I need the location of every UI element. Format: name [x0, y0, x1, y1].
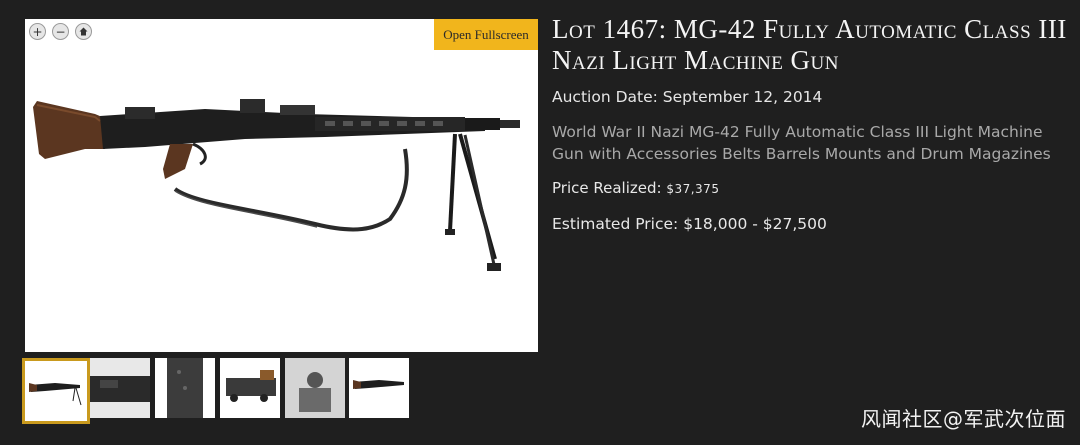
thumbnail-6[interactable]: [349, 358, 409, 418]
price-realized-label: Price Realized:: [552, 179, 662, 197]
estimated-price-label: Estimated Price:: [552, 215, 679, 233]
estimated-price-value: $18,000 - $27,500: [683, 215, 827, 233]
reset-zoom-button[interactable]: [75, 23, 92, 40]
thumbnail-2[interactable]: [90, 358, 150, 418]
auction-date-label: Auction Date:: [552, 88, 658, 106]
estimated-price: Estimated Price: $18,000 - $27,500: [552, 215, 1067, 233]
home-icon: [79, 27, 88, 36]
thumbnail-5[interactable]: [285, 358, 345, 418]
thumbnail-1[interactable]: [22, 358, 90, 424]
lot-info-panel: Lot 1467: MG-42 Fully Automatic Class II…: [552, 14, 1067, 233]
open-fullscreen-button[interactable]: Open Fullscreen: [434, 19, 538, 50]
side-view-thumbnail: [349, 358, 409, 418]
markings-closeup-thumbnail: [155, 358, 215, 418]
zoom-controls: + −: [29, 23, 92, 40]
historical-photo-thumbnail: [285, 358, 345, 418]
price-realized-value: $37,375: [666, 182, 720, 196]
machine-gun-thumbnail: [25, 361, 87, 421]
lot-title: Lot 1467: MG-42 Fully Automatic Class II…: [552, 14, 1067, 75]
machine-gun-image: [33, 99, 520, 271]
thumbnail-4[interactable]: [220, 358, 280, 418]
price-realized: Price Realized: $37,375: [552, 179, 1067, 197]
zoom-in-button[interactable]: +: [29, 23, 46, 40]
watermark: 风闻社区@军武次位面: [861, 407, 1066, 431]
lot-description: World War II Nazi MG-42 Fully Automatic …: [552, 123, 1051, 163]
receiver-closeup-thumbnail: [90, 358, 150, 418]
auction-date-value: September 12, 2014: [662, 88, 823, 106]
accessories-thumbnail: [220, 358, 280, 418]
main-image-viewer[interactable]: + − Open Fullscreen: [25, 19, 538, 352]
zoom-out-button[interactable]: −: [52, 23, 69, 40]
auction-date: Auction Date: September 12, 2014: [552, 88, 1067, 106]
thumbnail-3[interactable]: [155, 358, 215, 418]
